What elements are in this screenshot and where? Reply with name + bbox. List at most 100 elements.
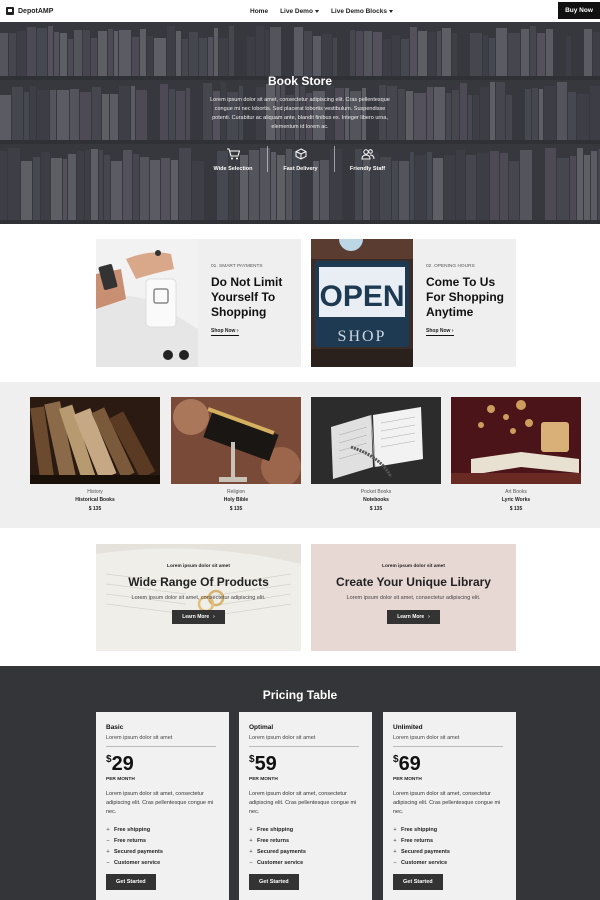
minus-icon: –	[106, 838, 110, 844]
banner-eyebrow: Lorem ipsum dolor sit amet	[167, 564, 230, 569]
chevron-right-icon: ›	[236, 328, 239, 334]
shop-now-label: Shop Now	[211, 328, 236, 334]
list-item: – Customer service	[106, 858, 219, 869]
plan-period: PER MONTH	[249, 777, 278, 782]
feature-label: Secured payments	[257, 849, 306, 855]
promo-card-payments: 01. SMART PAYMENTS Do Not Limit Yourself…	[96, 239, 301, 367]
category-genre: Art Books	[505, 489, 527, 495]
plan-subtitle: Lorem ipsum dolor sit amet	[106, 735, 216, 747]
hero-text: Lorem ipsum dolor sit amet, consectetur …	[210, 97, 390, 130]
plus-icon: +	[106, 849, 110, 855]
nav-live-demo-blocks[interactable]: Live Demo Blocks	[331, 8, 393, 15]
promo-eyebrow: 02. OPENING HOURS	[426, 264, 475, 269]
category-name: Lyric Works	[501, 497, 531, 503]
feature-label: Friendly Staff	[349, 166, 386, 172]
feature-label: Free returns	[114, 838, 147, 844]
plus-icon: +	[249, 838, 253, 844]
category-card[interactable]: Pocket Books Notebooks $ 135	[311, 397, 441, 512]
plan-features: + Free shipping – Free returns + Secured pa…	[106, 825, 219, 869]
logo-text: DepotAMP	[18, 7, 54, 15]
banner-text: Lorem ipsum dolor sit amet, consectetur …	[346, 595, 481, 601]
list-item: + Free shipping	[393, 825, 506, 836]
shop-now-link[interactable]: Shop Now ›	[426, 328, 454, 336]
pricing-section: Pricing Table Basic Lorem ipsum dolor si…	[0, 666, 600, 900]
feature-label: Free shipping	[401, 827, 438, 833]
plan-price: $69	[393, 753, 506, 775]
get-started-button[interactable]: Get Started	[106, 874, 156, 890]
category-genre: Religion	[226, 489, 246, 495]
list-item: – Customer service	[393, 858, 506, 869]
plan-name: Unlimited	[393, 724, 423, 731]
plan-period: PER MONTH	[106, 777, 135, 782]
feature-wide-selection: Wide Selection	[200, 146, 267, 172]
category-genre: History	[87, 489, 103, 495]
plan-description: Lorem ipsum dolor sit amet, consectetur …	[106, 791, 214, 815]
feature-label: Secured payments	[114, 849, 163, 855]
plan-description: Lorem ipsum dolor sit amet, consectetur …	[249, 791, 357, 815]
feature-label: Free shipping	[257, 827, 294, 833]
chevron-down-icon	[388, 9, 393, 13]
list-item: – Free returns	[106, 836, 219, 847]
category-name: Holy Bible	[223, 497, 249, 503]
learn-more-button[interactable]: Learn More ›	[387, 610, 440, 624]
holy-bible-image	[171, 397, 301, 484]
hero-section: Book Store Lorem ipsum dolor sit amet, c…	[0, 22, 600, 224]
plan-subtitle: Lorem ipsum dolor sit amet	[393, 735, 503, 747]
list-item: – Customer service	[249, 858, 362, 869]
promo-eyebrow: 01. SMART PAYMENTS	[211, 264, 263, 269]
plan-description: Lorem ipsum dolor sit amet, consectetur …	[393, 791, 501, 815]
cart-icon	[227, 148, 240, 160]
feature-label: Free returns	[401, 838, 434, 844]
category-card[interactable]: Religion Holy Bible $ 135	[171, 397, 301, 512]
learn-more-label: Learn More	[182, 614, 210, 620]
plan-price: $29	[106, 753, 219, 775]
chevron-down-icon	[314, 9, 319, 13]
learn-more-button[interactable]: Learn More ›	[172, 610, 225, 624]
hero-title: Book Store	[267, 74, 332, 88]
banner-eyebrow: Lorem ipsum dolor sit amet	[382, 564, 445, 569]
category-genre: Pocket Books	[360, 489, 392, 495]
buy-now-button[interactable]: Buy Now	[558, 2, 600, 19]
shop-now-link[interactable]: Shop Now ›	[211, 328, 239, 336]
get-started-button[interactable]: Get Started	[393, 874, 443, 890]
main-nav: Home Live Demo Live Demo Blocks	[250, 0, 393, 22]
list-item: + Secured payments	[393, 847, 506, 858]
category-card[interactable]: History Historical Books $ 135	[30, 397, 160, 512]
category-name: Notebooks	[363, 497, 389, 503]
category-section: History Historical Books $ 135 Religion …	[0, 382, 600, 528]
plus-icon: +	[106, 827, 110, 833]
notebooks-image	[311, 397, 441, 484]
list-item: + Secured payments	[249, 847, 362, 858]
category-card[interactable]: Art Books Lyric Works $ 135	[451, 397, 581, 512]
nav-home[interactable]: Home	[250, 8, 268, 15]
nav-home-label: Home	[250, 7, 269, 15]
chevron-right-icon: ›	[451, 328, 454, 334]
learn-more-label: Learn More	[397, 614, 425, 620]
banner-title: Wide Range Of Products	[128, 575, 269, 589]
banner-unique-library: Lorem ipsum dolor sit amet Create Your U…	[311, 544, 516, 651]
minus-icon: –	[106, 860, 110, 866]
feature-label: Wide Selection	[213, 166, 253, 172]
plan-name: Basic	[106, 724, 124, 731]
promo-card-hours: OPEN SHOP 02. OPENING HOURS Come To Us F…	[311, 239, 516, 367]
chevron-right-icon: ›	[213, 614, 215, 620]
plan-amount: 59	[254, 753, 277, 775]
hero-features: Wide Selection Fast Delivery Friendly St…	[0, 146, 600, 172]
plus-icon: +	[249, 827, 253, 833]
feature-label: Fast Delivery	[283, 166, 318, 172]
category-price: $ 135	[88, 506, 102, 512]
feature-fast-delivery: Fast Delivery	[266, 146, 334, 172]
pricing-plan-basic: Basic Lorem ipsum dolor sit amet $29 PER…	[96, 712, 229, 900]
pricing-title: Pricing Table	[262, 688, 338, 702]
get-started-button[interactable]: Get Started	[249, 874, 299, 890]
feature-label: Customer service	[257, 860, 304, 866]
list-item: + Free returns	[393, 836, 506, 847]
list-item: + Free shipping	[106, 825, 219, 836]
nav-live-demo-blocks-label: Live Demo Blocks	[330, 7, 387, 15]
users-icon	[360, 149, 374, 160]
shop-sign-text: SHOP	[338, 328, 387, 345]
nav-live-demo[interactable]: Live Demo	[280, 8, 319, 15]
list-item: + Secured payments	[106, 847, 219, 858]
historical-books-image	[30, 397, 160, 484]
logo[interactable]: DepotAMP	[6, 7, 53, 15]
